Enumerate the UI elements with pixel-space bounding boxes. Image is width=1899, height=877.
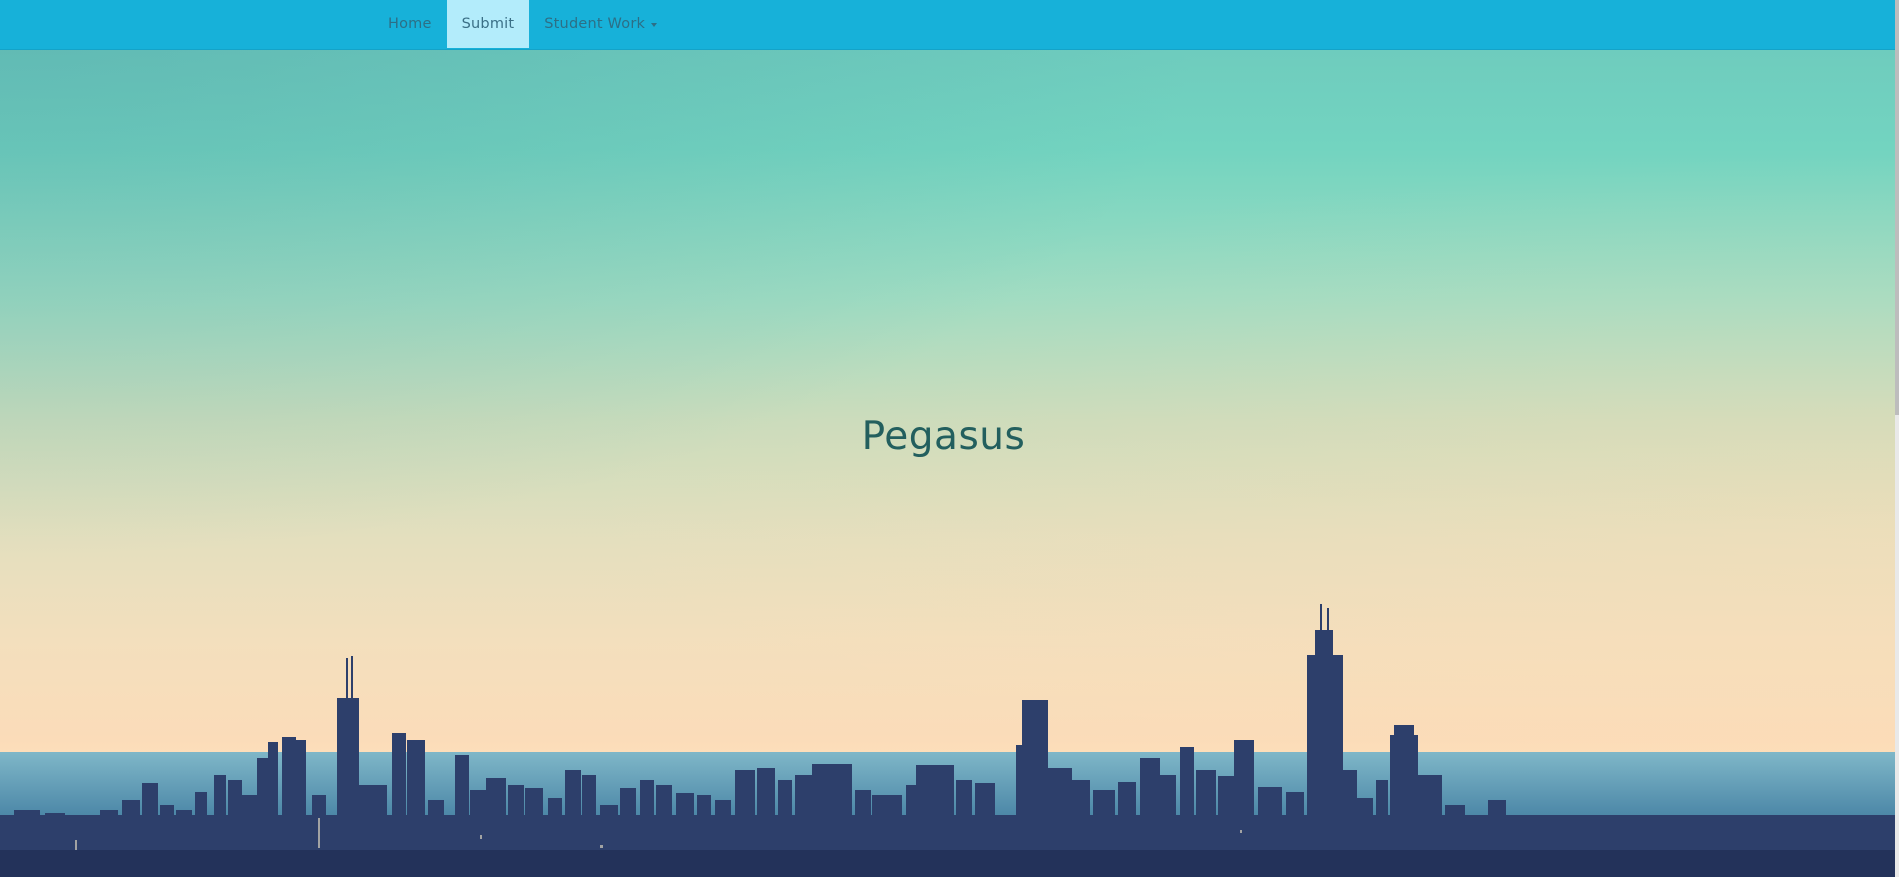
nav-menu: Home Submit Student Work — [373, 0, 672, 48]
page: Home Submit Student Work Pegasus — [0, 0, 1899, 877]
nav-item-submit-label: Submit — [461, 16, 515, 32]
page-scrollbar[interactable] — [1895, 0, 1899, 877]
nav-item-home[interactable]: Home — [373, 0, 447, 48]
nav-item-submit[interactable]: Submit — [446, 0, 530, 48]
nav-item-student-work-dropdown[interactable]: Student Work — [529, 0, 672, 48]
nav-item-student-work-label: Student Work — [544, 16, 646, 32]
city-skyline-image — [0, 604, 1895, 877]
scrollbar-thumb[interactable] — [1895, 0, 1899, 415]
hero-title: Pegasus — [861, 414, 1026, 459]
top-navbar: Home Submit Student Work — [0, 0, 1895, 50]
caret-down-icon — [651, 23, 658, 27]
nav-item-home-label: Home — [388, 16, 432, 32]
